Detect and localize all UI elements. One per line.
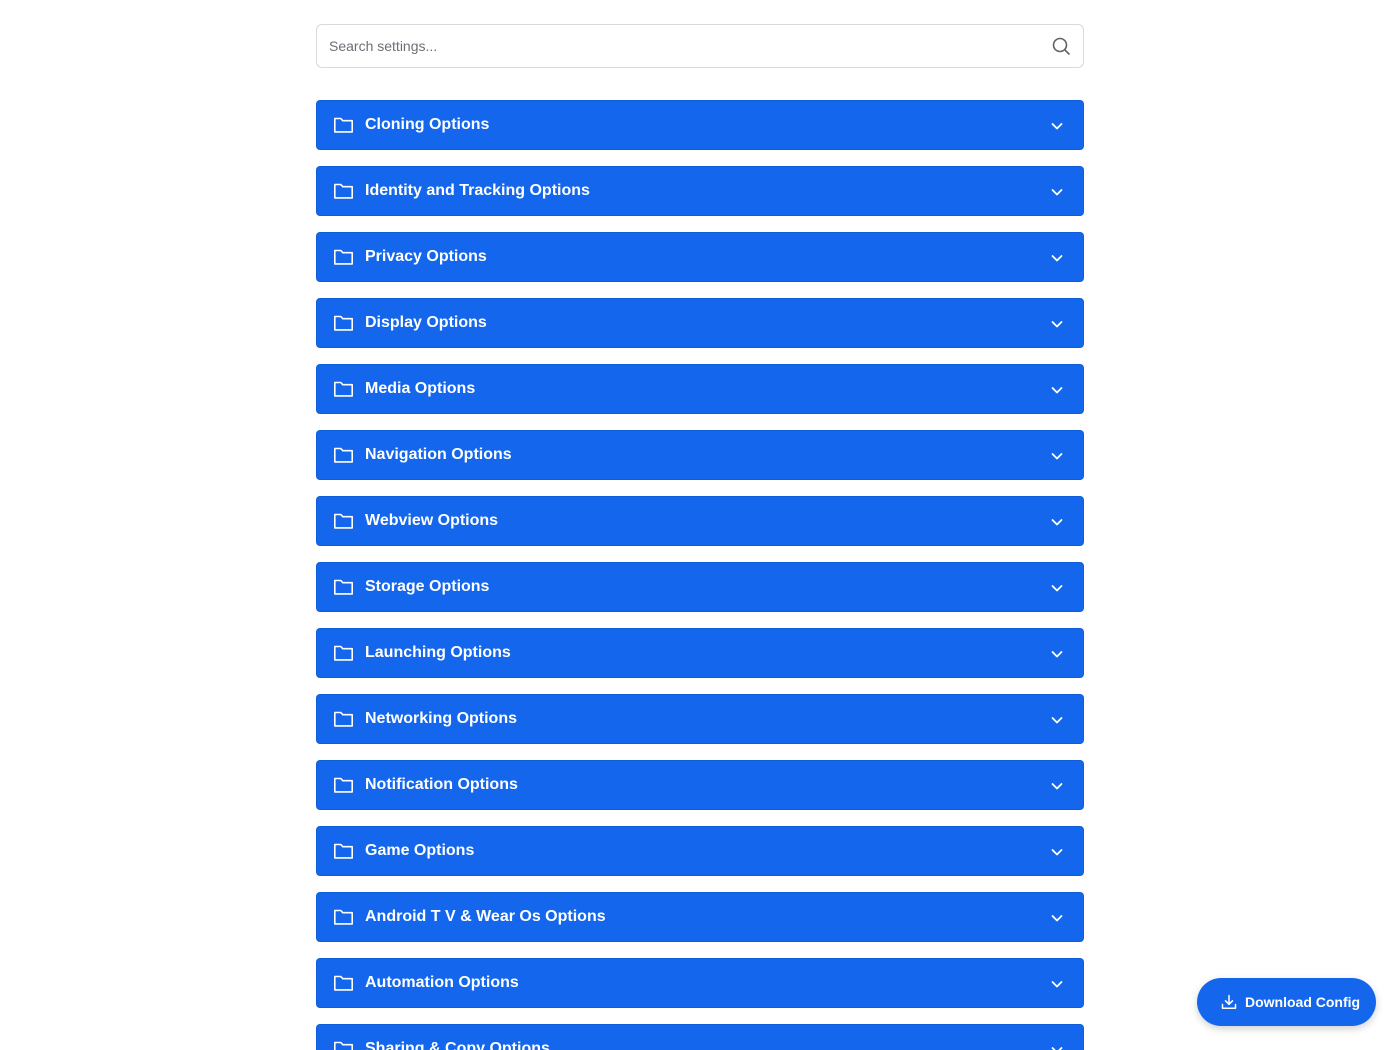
section-title: Networking Options <box>365 710 517 727</box>
settings-container: Cloning Options Identity and Tracking Opt… <box>316 24 1084 1050</box>
section-title: Identity and Tracking Options <box>365 182 590 199</box>
folder-icon <box>334 975 353 991</box>
accordion-section-header[interactable]: Automation Options <box>316 958 1084 1008</box>
chevron-down-icon <box>1051 915 1063 922</box>
download-icon <box>1221 994 1237 1010</box>
section-title: Game Options <box>365 842 475 859</box>
accordion-section-header[interactable]: Storage Options <box>316 562 1084 612</box>
accordion-section-header[interactable]: Privacy Options <box>316 232 1084 282</box>
section-title: Cloning Options <box>365 116 490 133</box>
download-config-label: Download Config <box>1245 994 1361 1010</box>
accordion-section-header[interactable]: Navigation Options <box>316 430 1084 480</box>
chevron-down-icon <box>1051 981 1063 988</box>
download-config-button[interactable]: Download Config <box>1197 978 1376 1026</box>
section-title: Sharing & Copy Options <box>365 1040 550 1050</box>
section-title: Android T V & Wear Os Options <box>365 908 606 925</box>
chevron-down-icon <box>1051 189 1063 196</box>
sections-list: Cloning Options Identity and Tracking Opt… <box>316 100 1084 1050</box>
accordion-section-header[interactable]: Launching Options <box>316 628 1084 678</box>
folder-icon <box>334 579 353 595</box>
folder-icon <box>334 711 353 727</box>
section-title: Media Options <box>365 380 476 397</box>
chevron-down-icon <box>1051 717 1063 724</box>
accordion-section-header[interactable]: Networking Options <box>316 694 1084 744</box>
folder-icon <box>334 777 353 793</box>
folder-icon <box>334 513 353 529</box>
settings-page: Cloning Options Identity and Tracking Opt… <box>0 0 1400 1050</box>
folder-icon <box>334 249 353 265</box>
folder-icon <box>334 909 353 925</box>
chevron-down-icon <box>1051 123 1063 130</box>
chevron-down-icon <box>1051 585 1063 592</box>
accordion-section-header[interactable]: Notification Options <box>316 760 1084 810</box>
accordion-section-header[interactable]: Display Options <box>316 298 1084 348</box>
section-title: Notification Options <box>365 776 518 793</box>
chevron-down-icon <box>1051 255 1063 262</box>
folder-icon <box>334 183 353 199</box>
chevron-down-icon <box>1051 453 1063 460</box>
accordion-section-header[interactable]: Cloning Options <box>316 100 1084 150</box>
chevron-down-icon <box>1051 519 1063 526</box>
chevron-down-icon <box>1051 387 1063 394</box>
folder-icon <box>334 381 353 397</box>
search-input[interactable] <box>317 25 1083 67</box>
search-icon[interactable] <box>1051 36 1071 56</box>
section-title: Privacy Options <box>365 248 487 265</box>
folder-icon <box>334 1041 353 1050</box>
chevron-down-icon <box>1051 783 1063 790</box>
section-title: Webview Options <box>365 512 499 529</box>
accordion-section-header[interactable]: Game Options <box>316 826 1084 876</box>
chevron-down-icon <box>1051 1047 1063 1050</box>
section-title: Automation Options <box>365 974 519 991</box>
folder-icon <box>334 117 353 133</box>
accordion-section-header[interactable]: Android T V & Wear Os Options <box>316 892 1084 942</box>
accordion-section-header[interactable]: Webview Options <box>316 496 1084 546</box>
chevron-down-icon <box>1051 651 1063 658</box>
accordion-section-header[interactable]: Sharing & Copy Options <box>316 1024 1084 1050</box>
folder-icon <box>334 315 353 331</box>
section-title: Display Options <box>365 314 487 331</box>
section-title: Launching Options <box>365 644 511 661</box>
folder-icon <box>334 645 353 661</box>
accordion-section-header[interactable]: Identity and Tracking Options <box>316 166 1084 216</box>
folder-icon <box>334 843 353 859</box>
section-title: Storage Options <box>365 578 490 595</box>
chevron-down-icon <box>1051 849 1063 856</box>
chevron-down-icon <box>1051 321 1063 328</box>
search-box <box>316 24 1084 68</box>
accordion-section-header[interactable]: Media Options <box>316 364 1084 414</box>
folder-icon <box>334 447 353 463</box>
section-title: Navigation Options <box>365 446 512 463</box>
